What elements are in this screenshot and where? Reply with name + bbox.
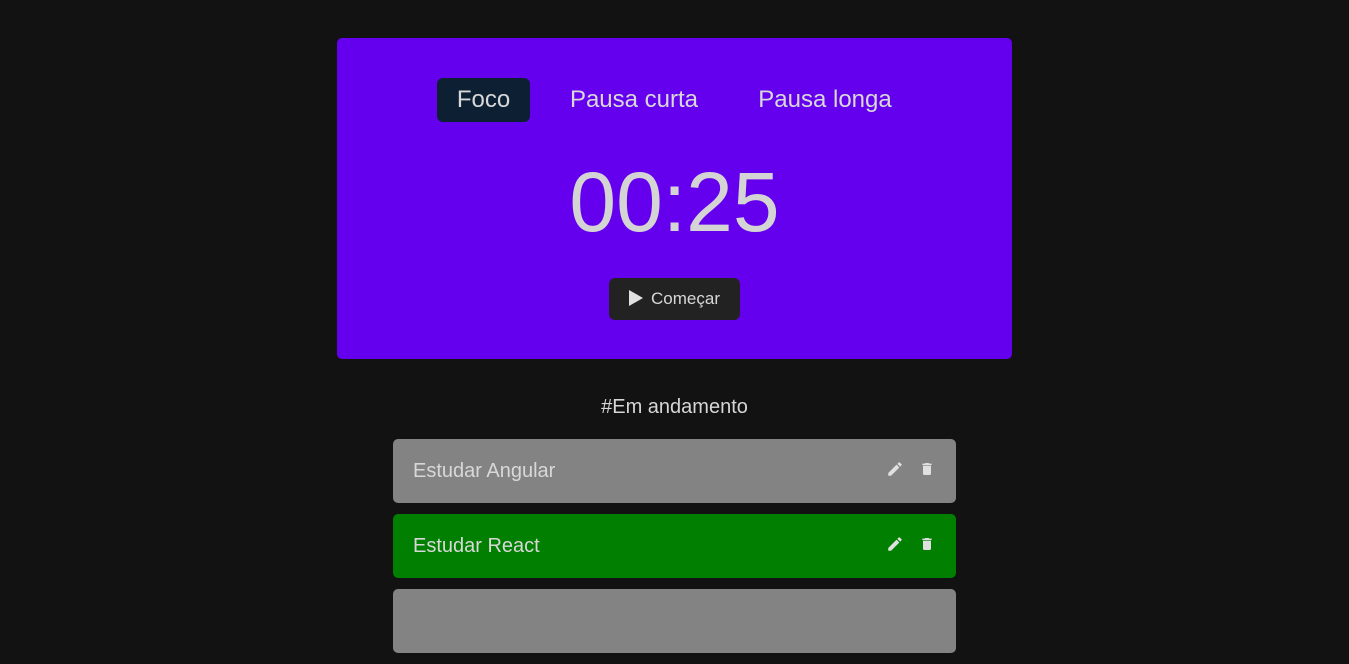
pencil-icon[interactable] [886,459,904,479]
mode-tabs: Foco Pausa curta Pausa longa [337,78,1012,122]
trash-icon[interactable] [918,459,936,479]
tab-pausa-longa[interactable]: Pausa longa [747,78,903,122]
task-item[interactable]: Estudar React [393,514,956,578]
start-button-label: Começar [651,289,720,308]
timer-display: 00:25 [569,155,780,249]
timer-card: Foco Pausa curta Pausa longa 00:25 Começ… [337,38,1012,359]
task-list: Estudar Angular Estudar React [393,439,956,664]
tab-pausa-curta[interactable]: Pausa curta [558,78,710,122]
tab-foco[interactable]: Foco [437,78,530,122]
section-title: #Em andamento [601,396,748,418]
task-label: Estudar React [413,535,540,557]
trash-icon[interactable] [918,534,936,554]
task-actions [886,534,936,554]
task-item[interactable] [393,589,956,653]
task-actions [886,459,936,479]
play-icon [629,289,644,306]
pencil-icon[interactable] [886,534,904,554]
task-item[interactable]: Estudar Angular [393,439,956,503]
task-label: Estudar Angular [413,460,556,482]
start-button[interactable]: Começar [609,278,740,320]
